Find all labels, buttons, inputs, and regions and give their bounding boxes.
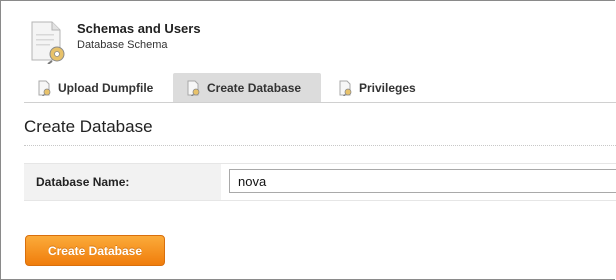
section-title: Create Database (24, 117, 153, 136)
document-icon (337, 80, 353, 96)
database-name-row: Database Name: (24, 163, 616, 201)
tab-bar: Upload Dumpfile Create Database Privileg… (24, 73, 616, 102)
create-database-button[interactable]: Create Database (25, 235, 165, 266)
page-title: Schemas and Users (77, 21, 201, 36)
page-subtitle: Database Schema (77, 39, 168, 51)
document-icon (36, 80, 52, 96)
document-icon (185, 80, 201, 96)
tab-label: Upload Dumpfile (58, 80, 154, 95)
tab-upload-dumpfile[interactable]: Upload Dumpfile (24, 73, 170, 102)
tab-create-database[interactable]: Create Database (173, 73, 321, 102)
database-name-input[interactable] (229, 169, 616, 193)
tab-privileges[interactable]: Privileges (325, 73, 435, 102)
tab-divider (24, 102, 616, 103)
database-name-label: Database Name: (24, 164, 221, 200)
document-settings-icon (28, 20, 68, 65)
tab-label: Create Database (207, 80, 302, 95)
section-divider (24, 145, 616, 146)
tab-label: Privileges (359, 80, 416, 95)
